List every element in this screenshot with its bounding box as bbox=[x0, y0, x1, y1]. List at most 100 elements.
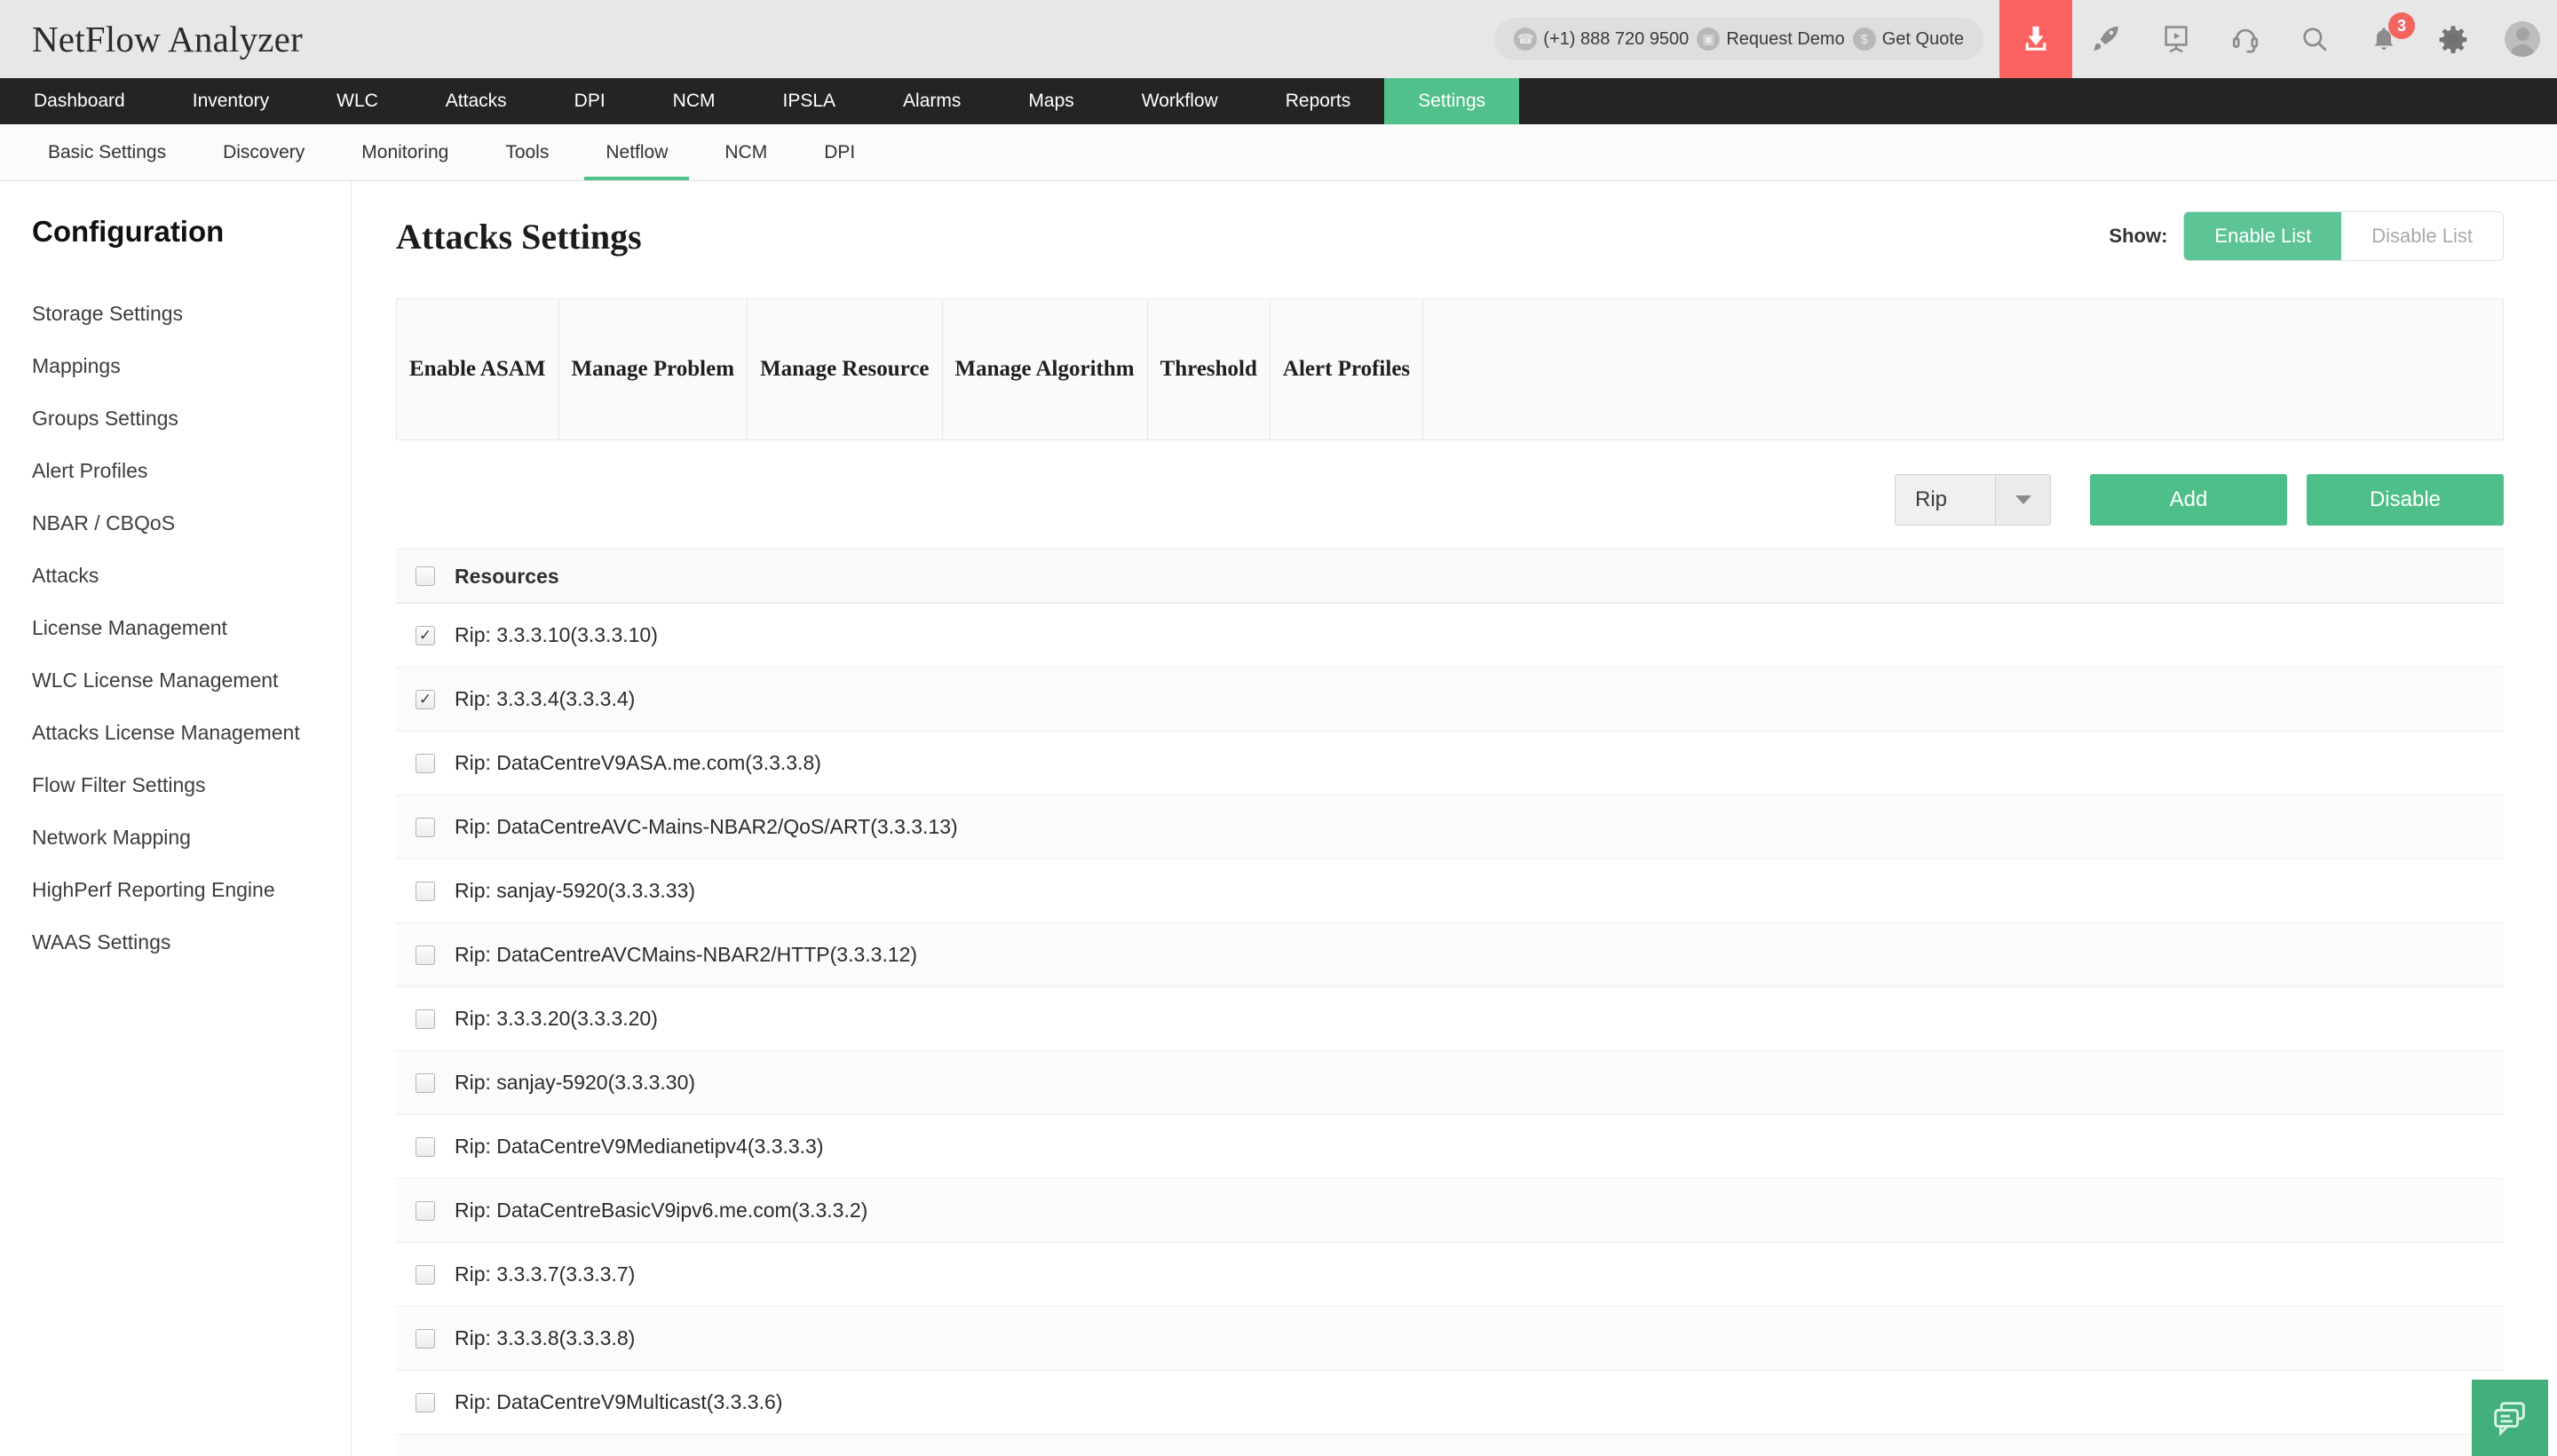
user-avatar-icon[interactable] bbox=[2488, 0, 2557, 78]
request-demo-link[interactable]: ▣ Request Demo bbox=[1697, 28, 1844, 51]
subnav-item-dpi[interactable]: DPI bbox=[796, 124, 883, 180]
sidebar-item-attacks[interactable]: Attacks bbox=[0, 550, 351, 602]
configuration-sidebar: Configuration Storage SettingsMappingsGr… bbox=[0, 181, 352, 1456]
sidebar-item-groups-settings[interactable]: Groups Settings bbox=[0, 392, 351, 445]
nav-item-reports[interactable]: Reports bbox=[1252, 78, 1385, 124]
table-row[interactable]: ✓Rip: DataCentreV9Multicast(3.3.3.6) bbox=[396, 1371, 2504, 1435]
table-row[interactable]: ✓Rip: sanjay-5920(3.3.3.30) bbox=[396, 1051, 2504, 1115]
tab-enable-asam[interactable]: Enable ASAM bbox=[397, 299, 559, 439]
row-checkbox[interactable]: ✓ bbox=[416, 882, 435, 901]
presentation-icon[interactable] bbox=[2141, 0, 2211, 78]
sidebar-item-flow-filter-settings[interactable]: Flow Filter Settings bbox=[0, 759, 351, 811]
row-checkbox[interactable]: ✓ bbox=[416, 626, 435, 645]
tab-manage-problem[interactable]: Manage Problem bbox=[559, 299, 748, 439]
row-label: Rip: 3.3.3.7(3.3.3.7) bbox=[455, 1262, 635, 1286]
main-navigation: DashboardInventoryWLCAttacksDPINCMIPSLAA… bbox=[0, 78, 2557, 124]
table-row[interactable]: ✓Rip: DataCentreinV6Bi-ASA(3.3.3.11) bbox=[396, 1435, 2504, 1456]
row-label: Rip: DataCentreBasicV9ipv6.me.com(3.3.3.… bbox=[455, 1199, 867, 1223]
show-filter-group: Show: Enable ListDisable List bbox=[2109, 211, 2504, 261]
nav-item-attacks[interactable]: Attacks bbox=[412, 78, 541, 124]
sidebar-item-storage-settings[interactable]: Storage Settings bbox=[0, 288, 351, 340]
table-row[interactable]: ✓ Rip: DataCentreV9ASA.me.com(3.3.3.8) bbox=[396, 732, 2504, 795]
disable-button[interactable]: Disable bbox=[2307, 474, 2504, 526]
get-quote-link[interactable]: $ Get Quote bbox=[1853, 28, 1964, 51]
tab-strip-filler bbox=[1423, 299, 2503, 439]
row-checkbox[interactable]: ✓ bbox=[416, 690, 435, 709]
show-option-disable-list[interactable]: Disable List bbox=[2341, 212, 2503, 260]
row-checkbox[interactable]: ✓ bbox=[416, 1201, 435, 1221]
nav-item-ncm[interactable]: NCM bbox=[639, 78, 749, 124]
row-checkbox[interactable]: ✓ bbox=[416, 1265, 435, 1285]
table-row[interactable]: ✓Rip: 3.3.3.4(3.3.3.4) bbox=[396, 668, 2504, 732]
sidebar-item-wlc-license-management[interactable]: WLC License Management bbox=[0, 654, 351, 707]
subnav-item-ncm[interactable]: NCM bbox=[696, 124, 796, 180]
nav-item-dpi[interactable]: DPI bbox=[541, 78, 639, 124]
nav-item-workflow[interactable]: Workflow bbox=[1108, 78, 1252, 124]
sidebar-item-network-mapping[interactable]: Network Mapping bbox=[0, 811, 351, 864]
sidebar-item-mappings[interactable]: Mappings bbox=[0, 340, 351, 392]
tab-manage-algorithm[interactable]: Manage Algorithm bbox=[943, 299, 1148, 439]
sidebar-item-alert-profiles[interactable]: Alert Profiles bbox=[0, 445, 351, 497]
table-row[interactable]: ✓ Rip: DataCentreAVCMains-NBAR2/HTTP(3.3.… bbox=[396, 923, 2504, 987]
nav-item-alarms[interactable]: Alarms bbox=[869, 78, 994, 124]
row-checkbox[interactable]: ✓ bbox=[416, 1393, 435, 1412]
download-icon[interactable] bbox=[1999, 0, 2072, 78]
table-row[interactable]: ✓ Rip: 3.3.3.7(3.3.3.7) bbox=[396, 1243, 2504, 1307]
row-checkbox[interactable]: ✓ bbox=[416, 754, 435, 773]
subnav-item-tools[interactable]: Tools bbox=[477, 124, 577, 180]
row-checkbox[interactable]: ✓ bbox=[416, 1073, 435, 1093]
table-row[interactable]: ✓Rip: 3.3.3.20(3.3.3.20) bbox=[396, 987, 2504, 1051]
tab-manage-resource[interactable]: Manage Resource bbox=[748, 299, 942, 439]
rocket-icon[interactable] bbox=[2072, 0, 2141, 78]
search-icon[interactable] bbox=[2280, 0, 2349, 78]
subnav-item-netflow[interactable]: Netflow bbox=[577, 124, 696, 180]
settings-tab-strip: Enable ASAMManage ProblemManage Resource… bbox=[396, 298, 2504, 440]
select-all-checkbox[interactable]: ✓ bbox=[416, 566, 435, 586]
table-row[interactable]: ✓ Rip: 3.3.3.10(3.3.3.10) bbox=[396, 604, 2504, 668]
row-label: Rip: 3.3.3.10(3.3.3.10) bbox=[455, 623, 658, 647]
table-row[interactable]: ✓ Rip: DataCentreBasicV9ipv6.me.com(3.3.3… bbox=[396, 1179, 2504, 1243]
subnav-item-monitoring[interactable]: Monitoring bbox=[333, 124, 477, 180]
nav-item-settings[interactable]: Settings bbox=[1384, 78, 1519, 124]
list-header-label: Resources bbox=[455, 565, 559, 589]
resource-type-select[interactable]: Rip bbox=[1895, 474, 2051, 526]
chat-icon[interactable] bbox=[2472, 1380, 2548, 1456]
subnav-item-basic-settings[interactable]: Basic Settings bbox=[20, 124, 194, 180]
gear-icon[interactable] bbox=[2418, 0, 2488, 78]
table-row[interactable]: ✓ Rip: DataCentreV9Medianetipv4(3.3.3.3) bbox=[396, 1115, 2504, 1179]
row-checkbox[interactable]: ✓ bbox=[416, 1329, 435, 1349]
phone-icon: ☎ bbox=[1514, 28, 1537, 51]
tab-alert-profiles[interactable]: Alert Profiles bbox=[1271, 299, 1423, 439]
show-option-enable-list[interactable]: Enable List bbox=[2184, 212, 2341, 260]
row-checkbox[interactable]: ✓ bbox=[416, 946, 435, 965]
nav-item-ipsla[interactable]: IPSLA bbox=[749, 78, 870, 124]
row-checkbox[interactable]: ✓ bbox=[416, 1009, 435, 1029]
nav-item-wlc[interactable]: WLC bbox=[303, 78, 412, 124]
content-header: Attacks Settings Show: Enable ListDisabl… bbox=[396, 211, 2504, 261]
sidebar-item-waas-settings[interactable]: WAAS Settings bbox=[0, 916, 351, 969]
table-row[interactable]: ✓Rip: DataCentreAVC-Mains-NBAR2/QoS/ART(… bbox=[396, 795, 2504, 859]
row-label: Rip: DataCentreV9ASA.me.com(3.3.3.8) bbox=[455, 751, 821, 775]
chevron-down-icon[interactable] bbox=[1995, 475, 2050, 525]
request-demo-label: Request Demo bbox=[1726, 29, 1844, 50]
sidebar-item-nbar-cbqos[interactable]: NBAR / CBQoS bbox=[0, 497, 351, 550]
page-body: Configuration Storage SettingsMappingsGr… bbox=[0, 181, 2557, 1456]
row-label: Rip: DataCentreV9Medianetipv4(3.3.3.3) bbox=[455, 1135, 824, 1159]
nav-item-inventory[interactable]: Inventory bbox=[159, 78, 303, 124]
nav-item-maps[interactable]: Maps bbox=[994, 78, 1107, 124]
sidebar-item-attacks-license-management[interactable]: Attacks License Management bbox=[0, 707, 351, 759]
phone-contact[interactable]: ☎ (+1) 888 720 9500 bbox=[1514, 28, 1689, 51]
sidebar-item-license-management[interactable]: License Management bbox=[0, 602, 351, 654]
subnav-item-discovery[interactable]: Discovery bbox=[194, 124, 333, 180]
row-label: Rip: DataCentreAVCMains-NBAR2/HTTP(3.3.3… bbox=[455, 943, 917, 967]
row-checkbox[interactable]: ✓ bbox=[416, 1137, 435, 1157]
add-button[interactable]: Add bbox=[2090, 474, 2287, 526]
sidebar-item-highperf-reporting-engine[interactable]: HighPerf Reporting Engine bbox=[0, 864, 351, 916]
headset-icon[interactable] bbox=[2211, 0, 2280, 78]
bell-icon[interactable]: 3 bbox=[2349, 0, 2418, 78]
table-row[interactable]: ✓Rip: sanjay-5920(3.3.3.33) bbox=[396, 859, 2504, 923]
nav-item-dashboard[interactable]: Dashboard bbox=[0, 78, 159, 124]
table-row[interactable]: ✓Rip: 3.3.3.8(3.3.3.8) bbox=[396, 1307, 2504, 1371]
row-checkbox[interactable]: ✓ bbox=[416, 818, 435, 837]
tab-threshold[interactable]: Threshold bbox=[1148, 299, 1271, 439]
